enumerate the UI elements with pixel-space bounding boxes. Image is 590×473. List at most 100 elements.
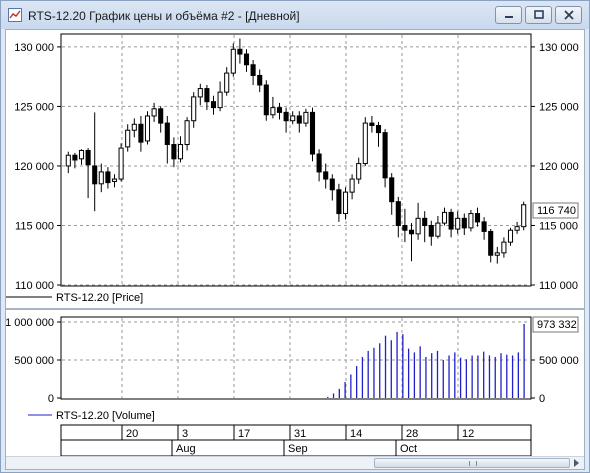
candle-body [441,211,448,224]
candle-body [125,129,131,148]
price-candle [521,201,527,231]
candle-body [468,213,474,229]
candle-body [474,213,481,223]
price-candle [263,80,269,121]
price-volume-chart[interactable]: 130 000 130 000125 000 125 000120 000 120 0… [6,30,584,456]
candle-body [85,149,91,166]
candle-body [92,165,98,185]
minimize-button[interactable] [495,6,522,24]
day-label: 20 [126,428,138,440]
candle-body [336,189,342,215]
candle-body [389,177,395,203]
candle-body [171,144,177,160]
day-label: 31 [294,428,306,440]
day-label: 28 [406,428,418,440]
restore-icon [534,10,544,19]
candle-body [408,229,415,235]
candle-body [296,115,302,124]
minimize-icon [505,16,513,18]
candle-body [177,144,184,160]
scroll-right-arrow-icon[interactable] [574,459,579,467]
chart-area[interactable]: 130 000 130 000 125 000 125 000 120 000 120 0… [5,29,585,470]
price-tick-label-right: 125 000 [539,101,579,113]
chart-window: RTS-12.20 График цены и объёма #2 - [Дне… [0,0,590,473]
price-candle [468,210,474,232]
price-candle [118,143,124,182]
candle-body [494,252,500,256]
candle-body [342,191,349,215]
candle-body [131,123,137,131]
candle-body [402,224,408,231]
candle-body [349,178,355,193]
price-plot-frame [60,33,532,287]
candle-body [105,171,111,184]
price-tick-label-right: 115 000 [539,220,578,232]
candle-body [224,72,230,93]
candle-body [455,217,461,230]
candle-body [461,217,467,229]
candle-body [428,224,434,237]
day-label: 17 [238,428,250,440]
candle-body [158,108,164,124]
candle-body [448,211,454,230]
day-label: 14 [350,428,362,440]
candle-body [98,171,104,185]
price-legend: RTS-12.20 [Price] [56,292,143,304]
close-icon [564,10,574,20]
price-candle [309,107,316,162]
price-tick-label: 125 000 [14,101,54,113]
horizontal-scrollbar[interactable] [6,456,584,469]
candle-body [395,201,401,226]
candle-body [514,226,520,231]
candle-body [481,221,487,232]
close-button[interactable] [555,6,582,24]
candle-body [283,111,289,122]
restore-button[interactable] [525,6,552,24]
candle-body [118,147,124,180]
candle-body [375,124,382,134]
candle-body [230,48,236,74]
candle-body [329,178,335,191]
candle-body [78,149,85,160]
candle-body [303,111,309,124]
volume-legend: RTS-12.20 [Volume] [56,410,155,422]
volume-tick-label: 1 000 000 [6,317,54,329]
price-tick-label: 110 000 [15,280,54,292]
price-tick-label: 130 000 [14,42,54,54]
last-price-value: 116 740 [537,205,576,217]
candle-body [210,101,217,109]
candle-body [435,222,441,237]
month-label: Sep [288,443,308,455]
candle-body [184,120,190,146]
scrollbar-thumb[interactable] [374,458,570,468]
candle-body [164,122,170,146]
candle-body [382,132,388,179]
candle-body [217,91,223,109]
candle-body [309,111,316,155]
candle-body [270,107,276,116]
candle-body [422,217,428,226]
candle-body [276,107,283,113]
candle-body [237,48,243,55]
price-tick-label-right: 120 000 [539,161,579,173]
candle-body [521,204,527,228]
candle-body [290,115,296,122]
candle-body [151,108,157,117]
price-candle [362,117,368,166]
title-bar[interactable]: RTS-12.20 График цены и объёма #2 - [Дне… [1,1,589,29]
candle-body [362,122,368,165]
price-tick-label: 115 000 [15,220,54,232]
candle-body [369,122,375,126]
candle-body [250,64,256,76]
month-label: Oct [400,443,417,455]
candle-body [323,171,329,180]
candle-body [204,88,210,103]
volume-tick-label-right: 0 [539,393,545,405]
month-label: Aug [176,443,196,455]
candle-body [356,163,362,180]
candle-body [257,74,263,86]
scrollbar-grip-icon [469,461,477,466]
price-tick-label: 120 000 [14,161,54,173]
candle-body [243,53,250,66]
candle-body [263,84,269,116]
